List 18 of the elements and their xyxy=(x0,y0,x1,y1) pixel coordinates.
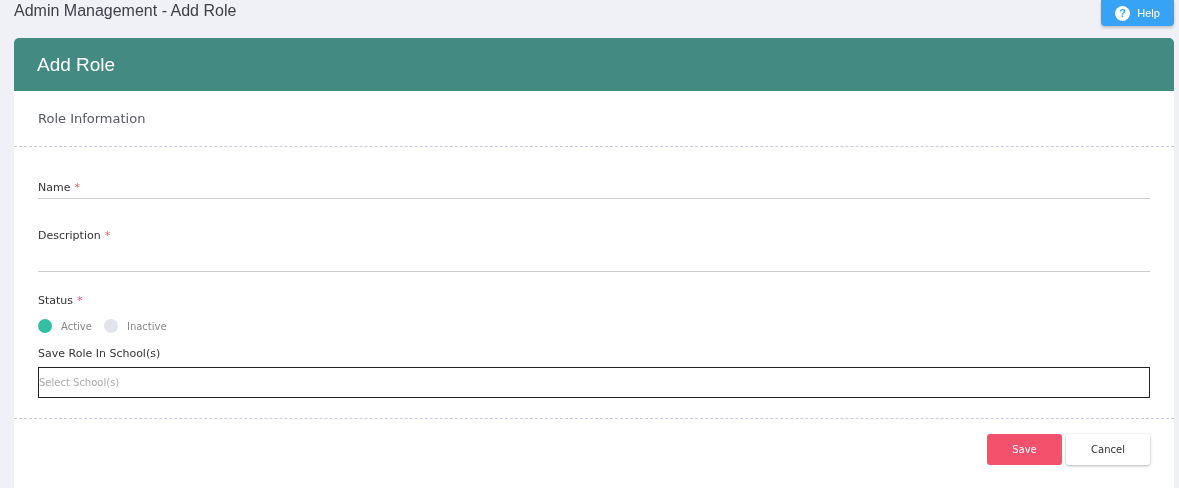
section-title: Role Information xyxy=(38,111,146,126)
field-label: Save Role In School(s) xyxy=(38,347,162,360)
required-mark: * xyxy=(74,181,80,194)
page-title: Admin Management - Add Role xyxy=(14,2,237,20)
input-field[interactable]: Name * xyxy=(38,181,1150,199)
radio-label: Inactive xyxy=(126,320,167,332)
radio-label: Active xyxy=(61,320,92,332)
help-icon: ? xyxy=(1115,5,1131,21)
required-mark: * xyxy=(104,229,111,242)
card-title: Add Role xyxy=(37,53,116,76)
radio-button[interactable] xyxy=(38,319,52,333)
field-label: Status xyxy=(38,294,74,307)
field-label: Description xyxy=(38,229,101,242)
radio-button[interactable] xyxy=(103,319,118,333)
input-field[interactable]: Description * xyxy=(38,229,1150,272)
field-label: Name xyxy=(38,181,71,194)
required-mark: * xyxy=(77,294,83,307)
cancel-button[interactable]: Cancel xyxy=(1066,434,1150,465)
